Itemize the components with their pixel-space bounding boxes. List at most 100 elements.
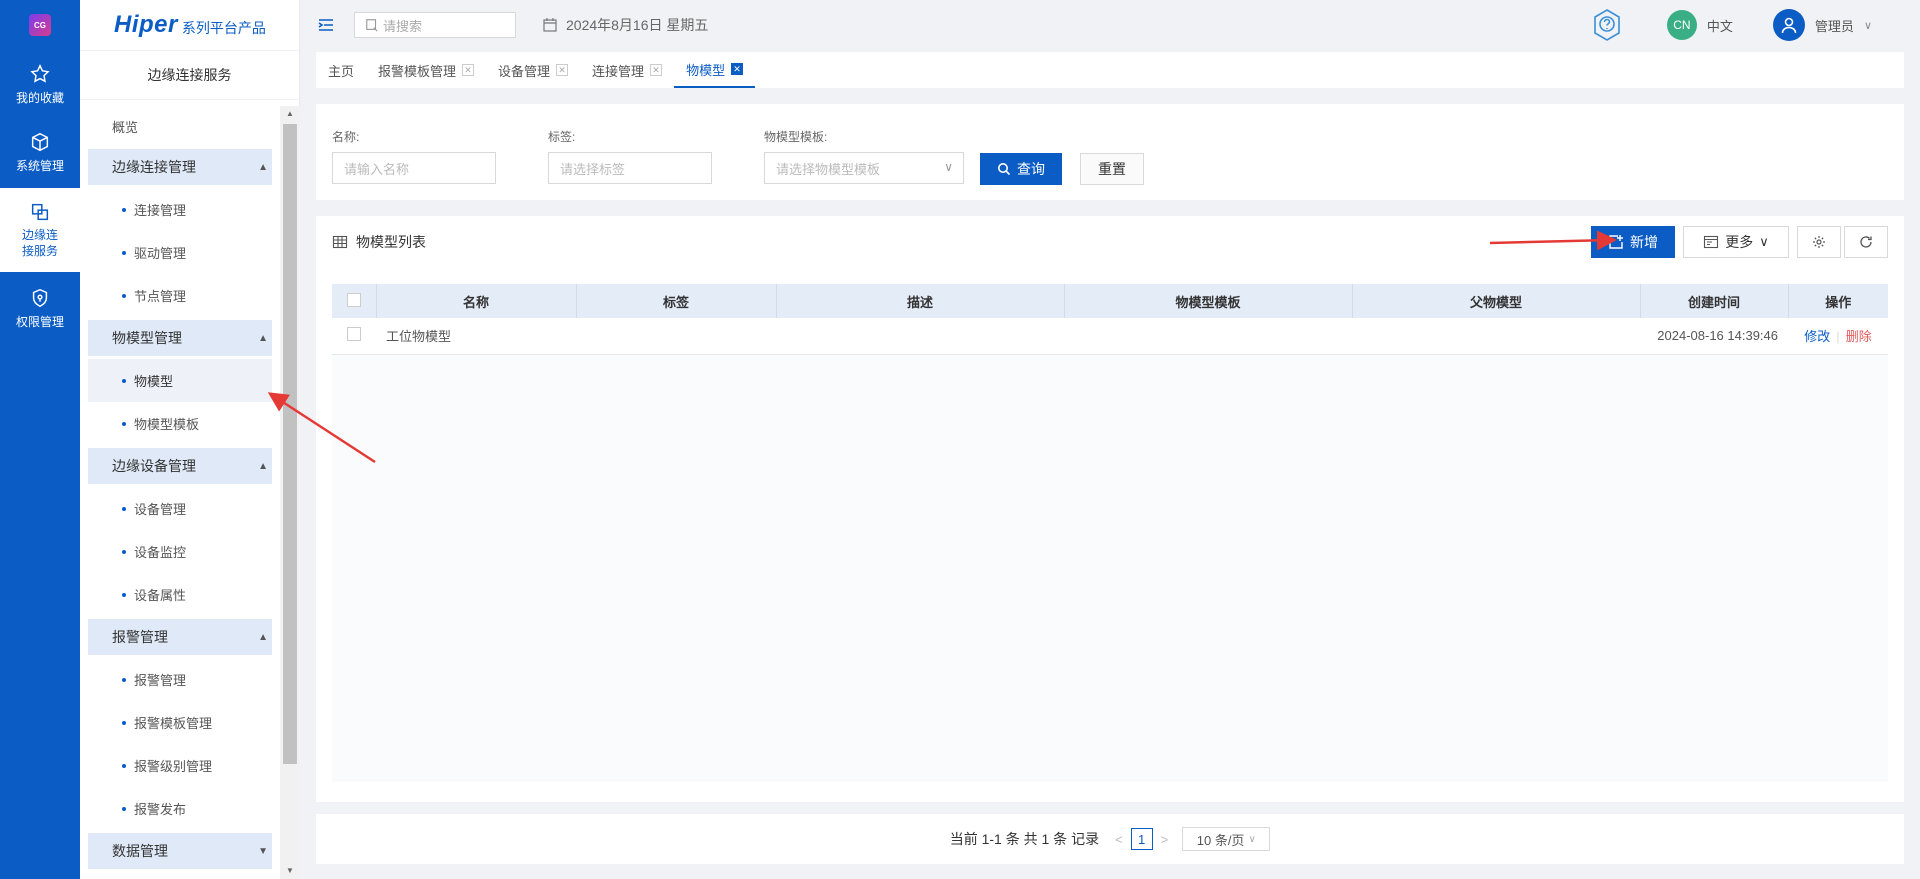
- user-icon: [1781, 17, 1797, 34]
- add-icon: [1609, 235, 1623, 249]
- more-button[interactable]: 更多 ∨: [1683, 226, 1789, 258]
- row-checkbox[interactable]: [347, 327, 361, 342]
- select-all-checkbox[interactable]: [346, 292, 361, 307]
- name-placeholder: 请输入名称: [344, 161, 410, 177]
- bullet-icon: [122, 763, 126, 768]
- sidebar-item-overview[interactable]: 概览: [80, 106, 280, 146]
- tag-select[interactable]: 请选择标签: [548, 152, 712, 184]
- sidebar-item-connection[interactable]: 连接管理: [80, 188, 280, 231]
- next-page-icon[interactable]: >: [1161, 832, 1169, 847]
- rail-label: 边缘连接服务: [21, 228, 58, 258]
- menu-group-label: 物模型管理: [112, 330, 182, 346]
- menu-group-thing-model[interactable]: 物模型管理 ▲: [88, 320, 272, 356]
- sidebar-item-thing-model[interactable]: 物模型: [88, 359, 272, 402]
- sidebar-item-alarm-level[interactable]: 报警级别管理: [80, 744, 280, 787]
- rail-item-permission[interactable]: 权限管理: [0, 274, 80, 342]
- chevron-down-icon: ∨: [944, 160, 953, 174]
- column-header[interactable]: 标签: [576, 284, 777, 318]
- refresh-icon: [1860, 236, 1872, 248]
- add-button[interactable]: 新增: [1591, 226, 1675, 258]
- sidebar-item-thing-model-template[interactable]: 物模型模板: [80, 402, 280, 445]
- name-field[interactable]: 请输入名称: [332, 152, 496, 184]
- query-button[interactable]: 查询: [980, 153, 1062, 185]
- menu-group-data[interactable]: 数据管理 ▼: [88, 833, 272, 869]
- reset-button[interactable]: 重置: [1080, 153, 1144, 185]
- refresh-button[interactable]: [1844, 226, 1888, 258]
- cell-parent: [1352, 318, 1640, 354]
- edit-link[interactable]: 修改: [1804, 329, 1830, 344]
- top-bar: 请搜索 2024年8月16日 星期五 CN 中文 管理员 ∨: [300, 0, 1920, 50]
- top-right-area: CN 中文 管理员 ∨: [1589, 0, 1920, 50]
- column-header: 操作: [1825, 294, 1852, 310]
- tab-label: 报警模板管理: [378, 63, 457, 79]
- settings-button[interactable]: [1797, 226, 1841, 258]
- close-icon[interactable]: ✕: [731, 63, 744, 75]
- sidebar-title: 边缘连接服务: [80, 50, 299, 100]
- column-header[interactable]: 物模型模板: [1064, 284, 1353, 318]
- rail-item-edge-connect[interactable]: 边缘连接服务: [0, 188, 80, 272]
- page-size-select[interactable]: 10 条/页 ∨: [1182, 827, 1271, 851]
- menu-item-label: 物模型模板: [134, 417, 200, 432]
- search-input[interactable]: 请搜索: [354, 12, 516, 38]
- template-select[interactable]: 请选择物模型模板 ∨: [764, 152, 964, 184]
- rail-item-system[interactable]: 系统管理: [0, 118, 80, 186]
- chevron-down-icon: ▼: [258, 845, 268, 857]
- pagination-summary: 当前 1-1 条 共 1 条 记录: [949, 831, 1100, 847]
- close-icon[interactable]: ✕: [650, 64, 663, 76]
- sidebar-menu: 概览 边缘连接管理 ▲ 连接管理 驱动管理 节点管理 物模型管理 ▲ 物模型 物模型…: [80, 106, 280, 879]
- sidebar-item-driver[interactable]: 驱动管理: [80, 231, 280, 274]
- column-header[interactable]: 描述: [776, 284, 1065, 318]
- calendar-icon: [543, 18, 557, 32]
- gear-icon: [1813, 236, 1825, 248]
- sidebar-item-device-attr[interactable]: 设备属性: [80, 573, 280, 616]
- scroll-up-icon[interactable]: ▲: [280, 106, 300, 122]
- page-scroll-gutter: [1904, 52, 1920, 879]
- column-header[interactable]: 父物模型: [1352, 284, 1641, 318]
- tab-device[interactable]: 设备管理 ✕: [486, 52, 580, 88]
- menu-group-alarm[interactable]: 报警管理 ▲: [88, 619, 272, 655]
- close-icon[interactable]: ✕: [462, 64, 475, 76]
- menu-item-label: 驱动管理: [134, 246, 187, 261]
- rail-label: 系统管理: [15, 158, 64, 173]
- sidebar-item-node[interactable]: 节点管理: [80, 274, 280, 317]
- scroll-down-icon[interactable]: ▼: [280, 863, 300, 879]
- page-number[interactable]: 1: [1130, 828, 1153, 850]
- rail-item-favorites[interactable]: 我的收藏: [0, 50, 80, 118]
- sidebar-item-alarm-template[interactable]: 报警模板管理: [80, 701, 280, 744]
- menu-item-label: 设备属性: [134, 588, 187, 603]
- search-icon: [998, 163, 1011, 176]
- help-hexagon-icon[interactable]: [1589, 7, 1625, 43]
- brand: Hiper 系列平台产品: [80, 0, 299, 50]
- link-icon: [31, 203, 49, 221]
- delete-link[interactable]: 删除: [1846, 329, 1872, 344]
- language-switch[interactable]: CN 中文: [1666, 10, 1733, 40]
- menu-group-edge-device[interactable]: 边缘设备管理 ▲: [88, 448, 272, 484]
- close-icon[interactable]: ✕: [556, 64, 569, 76]
- menu-group-edge-connect[interactable]: 边缘连接管理 ▲: [88, 149, 272, 185]
- sidebar: Hiper 系列平台产品 边缘连接服务 概览 边缘连接管理 ▲ 连接管理 驱动管理…: [80, 0, 300, 879]
- sidebar-item-alarm[interactable]: 报警管理: [80, 658, 280, 701]
- sidebar-scrollbar[interactable]: ▲ ▼: [280, 106, 300, 879]
- app-logo[interactable]: CG: [0, 0, 80, 50]
- select-all-cell: [332, 284, 377, 318]
- chevron-up-icon: ▲: [258, 332, 268, 344]
- sidebar-item-device[interactable]: 设备管理: [80, 487, 280, 530]
- tab-alarm-template[interactable]: 报警模板管理 ✕: [366, 52, 486, 88]
- cell-template: [1064, 318, 1352, 354]
- column-header[interactable]: 创建时间: [1640, 284, 1789, 318]
- scrollbar-thumb[interactable]: [283, 124, 297, 764]
- user-menu[interactable]: 管理员 ∨: [1772, 9, 1872, 41]
- tab-thing-model[interactable]: 物模型 ✕: [674, 52, 756, 88]
- menu-toggle-icon[interactable]: [316, 15, 336, 35]
- brand-suffix: 系列平台产品: [181, 20, 266, 36]
- current-date: 2024年8月16日 星期五: [542, 15, 708, 35]
- tab-home[interactable]: 主页: [316, 52, 366, 88]
- table-row[interactable]: 工位物模型 2024-08-16 14:39:46 修改 | 删除: [332, 318, 1888, 354]
- sidebar-item-alarm-publish[interactable]: 报警发布: [80, 787, 280, 830]
- menu-item-label: 报警发布: [134, 802, 187, 817]
- column-header[interactable]: 名称: [376, 284, 577, 318]
- prev-page-icon[interactable]: <: [1115, 832, 1123, 847]
- menu-item-label: 节点管理: [134, 289, 187, 304]
- sidebar-item-device-monitor[interactable]: 设备监控: [80, 530, 280, 573]
- tab-connection[interactable]: 连接管理 ✕: [580, 52, 674, 88]
